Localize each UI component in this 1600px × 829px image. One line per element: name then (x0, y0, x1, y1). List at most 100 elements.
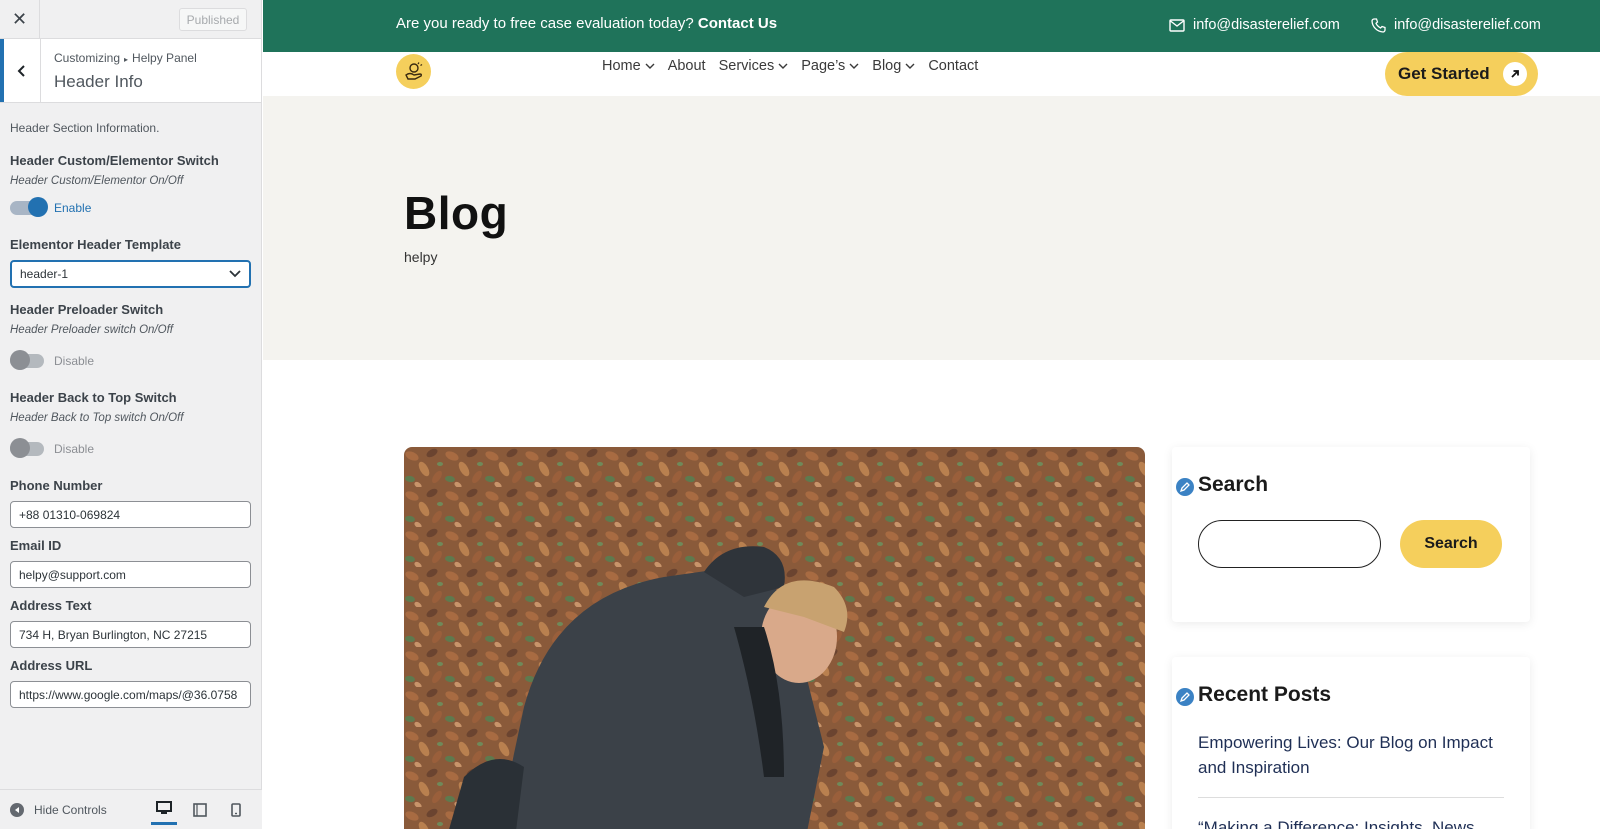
tablet-icon (192, 802, 207, 817)
elementor-switch-description: Header Custom/Elementor On/Off (10, 175, 184, 187)
chevron-down-icon (778, 63, 788, 69)
mobile-icon (230, 802, 241, 817)
close-customizer-button[interactable]: ✕ (0, 0, 40, 39)
email-id-field[interactable] (10, 561, 251, 588)
preloader-switch-toggle[interactable] (10, 350, 44, 370)
elementor-switch-state: Enable (54, 201, 92, 215)
back-to-top-switch-row: Disable (10, 438, 251, 458)
published-button[interactable]: Published (179, 8, 247, 31)
customizer-panel: ✕ Published Customizing ▸ Helpy Panel Head… (0, 0, 262, 829)
topbar-message-text: Are you ready to free case evaluation to… (396, 15, 694, 32)
preloader-switch-description: Header Preloader switch On/Off (10, 324, 173, 336)
divider (1198, 797, 1504, 798)
topbar-email-2-text: info@disasterelief.com (1394, 17, 1541, 33)
search-input[interactable] (1198, 520, 1381, 568)
page-subtitle: helpy (404, 249, 438, 265)
elementor-template-label: Elementor Header Template (10, 237, 181, 252)
nav-item-label: About (667, 58, 706, 74)
hide-controls-label: Hide Controls (34, 802, 107, 817)
topbar-message: Are you ready to free case evaluation to… (396, 15, 777, 32)
hide-controls-button[interactable]: Hide Controls (10, 802, 107, 817)
breadcrumb: Customizing ▸ Helpy Panel (54, 51, 197, 65)
address-url-field[interactable] (10, 681, 251, 708)
nav-item-about[interactable]: About (668, 58, 706, 74)
toggle-knob (10, 350, 30, 370)
site-navbar: Home About Services Page’s Blog Contact (263, 52, 1600, 96)
back-button[interactable] (0, 39, 41, 102)
chevron-down-icon (229, 270, 241, 278)
chevron-down-icon (645, 63, 655, 69)
elementor-template-value: header-1 (20, 267, 69, 281)
nav-item-blog[interactable]: Blog (872, 58, 915, 74)
desktop-preview-button[interactable] (150, 795, 177, 825)
nav-item-label: Page’s (801, 58, 846, 74)
helping-hand-logo-icon (404, 61, 422, 80)
breadcrumb-arrow-icon: ▸ (124, 55, 129, 64)
envelope-icon (1169, 18, 1185, 32)
customizer-topbar: ✕ Published (0, 0, 261, 39)
phone-number-label: Phone Number (10, 478, 103, 493)
elementor-switch-label: Header Custom/Elementor Switch (10, 153, 219, 168)
mobile-preview-button[interactable] (223, 795, 249, 825)
search-widget-title: Search (1198, 473, 1269, 496)
chevron-left-icon (17, 64, 25, 77)
contact-us-link[interactable]: Contact Us (698, 15, 777, 32)
get-started-label: Get Started (1398, 64, 1490, 83)
topbar-email-1[interactable]: info@disasterelief.com (1169, 17, 1340, 33)
chevron-down-icon (849, 63, 859, 69)
elementor-template-select[interactable]: header-1 (10, 260, 251, 288)
nav-item-label: Home (602, 58, 641, 74)
nav-item-pages[interactable]: Page’s (801, 58, 859, 74)
site-preview: Are you ready to free case evaluation to… (263, 0, 1600, 829)
address-url-label: Address URL (10, 658, 93, 673)
tablet-preview-button[interactable] (187, 795, 213, 825)
breadcrumb-root: Customizing (54, 51, 121, 65)
nav-item-contact[interactable]: Contact (928, 58, 978, 74)
section-title: Header Info (54, 72, 143, 91)
back-to-top-switch-toggle[interactable] (10, 438, 44, 458)
arrow-up-right-icon (1503, 62, 1527, 86)
site-logo[interactable] (396, 54, 431, 89)
edit-pencil-icon[interactable] (1174, 686, 1196, 708)
customizer-controls: Header Section Information. Header Custo… (0, 103, 261, 708)
nav-item-home[interactable]: Home (602, 58, 655, 74)
site-topbar: Are you ready to free case evaluation to… (263, 0, 1600, 52)
topbar-email-2[interactable]: info@disasterelief.com (1371, 17, 1541, 33)
nav-item-label: Blog (872, 58, 902, 74)
topbar-email-1-text: info@disasterelief.com (1193, 17, 1340, 33)
autumn-leaves-photo (404, 447, 1145, 829)
recent-post-link[interactable]: Empowering Lives: Our Blog on Impact and… (1198, 730, 1508, 780)
search-widget: Search Search (1172, 447, 1530, 622)
toggle-knob (10, 438, 30, 458)
elementor-switch-toggle[interactable] (10, 197, 48, 217)
recent-posts-widget: Recent Posts Empowering Lives: Our Blog … (1172, 657, 1530, 829)
collapse-icon (10, 802, 24, 817)
featured-post-image[interactable] (404, 447, 1145, 829)
section-description: Header Section Information. (10, 121, 160, 135)
address-text-field[interactable] (10, 621, 251, 648)
edit-pencil-icon[interactable] (1174, 476, 1196, 498)
get-started-button[interactable]: Get Started (1385, 52, 1538, 96)
preloader-switch-label: Header Preloader Switch (10, 302, 164, 317)
device-switcher (150, 795, 249, 825)
elementor-switch-row: Enable (10, 197, 251, 217)
page-title: Blog (404, 187, 509, 239)
recent-post-link[interactable]: “Making a Difference: Insights, News (1198, 815, 1508, 829)
nav-item-label: Contact (928, 58, 979, 74)
close-icon: ✕ (11, 9, 28, 29)
search-button[interactable]: Search (1400, 520, 1502, 568)
desktop-icon (155, 801, 172, 814)
page-hero: Blog helpy (263, 96, 1600, 360)
back-to-top-switch-description: Header Back to Top switch On/Off (10, 412, 184, 424)
nav-item-services[interactable]: Services (719, 58, 789, 74)
phone-icon (1371, 17, 1386, 33)
chevron-down-icon (905, 63, 915, 69)
recent-posts-title: Recent Posts (1198, 683, 1332, 706)
preloader-switch-state: Disable (54, 354, 95, 368)
toggle-knob (28, 197, 48, 217)
customizer-footer: Hide Controls (0, 789, 262, 829)
address-text-label: Address Text (10, 598, 92, 613)
breadcrumb-parent: Helpy Panel (132, 51, 197, 65)
phone-number-field[interactable] (10, 501, 251, 528)
preloader-switch-row: Disable (10, 350, 251, 370)
